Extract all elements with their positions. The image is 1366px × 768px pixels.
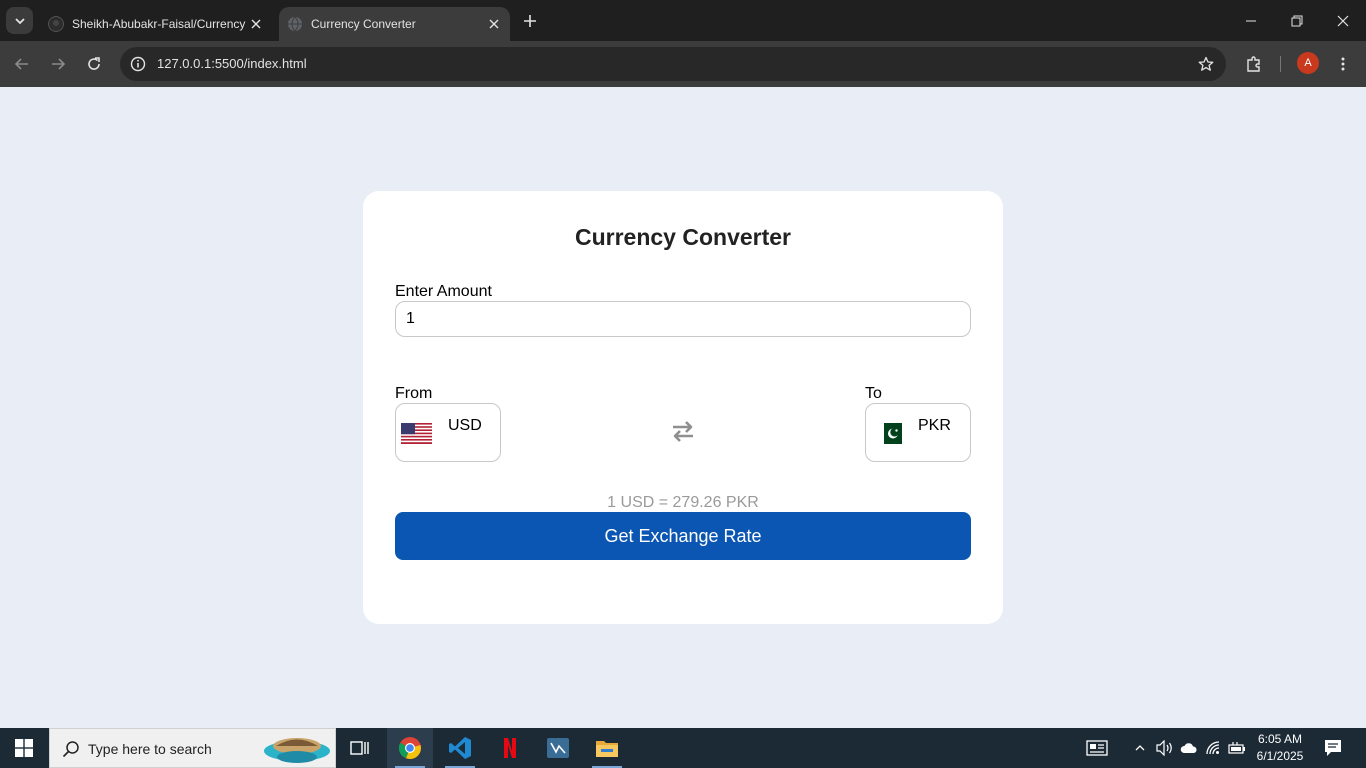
volume-button[interactable] — [1154, 728, 1176, 768]
bookmark-star-icon[interactable] — [1196, 54, 1216, 74]
start-button[interactable] — [0, 728, 48, 768]
plus-icon — [524, 15, 536, 27]
taskbar-netflix[interactable] — [487, 728, 533, 768]
close-icon — [1337, 15, 1349, 26]
amount-label: Enter Amount — [395, 283, 492, 300]
network-button[interactable] — [1202, 728, 1224, 768]
menu-button[interactable] — [1329, 50, 1357, 78]
from-currency-code: USD — [448, 417, 482, 434]
arrow-right-icon — [52, 58, 66, 70]
browser-toolbar: 127.0.0.1:5500/index.html A — [0, 41, 1366, 87]
taskbar: Type here to search 6:05 AM 6/1/2025 — [0, 728, 1366, 768]
exchange-rate-text: 1 USD = 279.26 PKR — [607, 494, 759, 511]
clock-date: 6/1/2025 — [1256, 749, 1304, 763]
arrow-left-icon — [14, 58, 28, 70]
reload-icon — [88, 57, 100, 70]
battery-button[interactable] — [1226, 728, 1248, 768]
clock-time: 6:05 AM — [1257, 732, 1303, 746]
close-window-button[interactable] — [1320, 0, 1366, 41]
restore-button[interactable] — [1274, 0, 1320, 41]
notifications-button[interactable] — [1318, 728, 1348, 768]
restore-icon — [1291, 15, 1303, 26]
task-view-icon — [350, 741, 369, 755]
database-workbench-icon — [547, 738, 569, 758]
news-widget-button[interactable] — [1082, 728, 1112, 768]
browser-titlebar: Sheikh-Abubakr-Faisal/Currency Currency … — [0, 0, 1366, 41]
address-bar[interactable]: 127.0.0.1:5500/index.html — [120, 47, 1226, 81]
site-info-icon[interactable] — [128, 54, 148, 74]
url-text[interactable]: 127.0.0.1:5500/index.html — [157, 56, 307, 71]
us-flag-icon — [401, 423, 432, 444]
swap-currencies-button[interactable] — [669, 417, 697, 445]
taskbar-sql-workbench[interactable] — [535, 728, 581, 768]
taskbar-file-explorer[interactable] — [584, 728, 630, 768]
tab-title: Sheikh-Abubakr-Faisal/Currency — [72, 17, 246, 31]
converter-card: Currency Converter Enter Amount From USD… — [363, 191, 1003, 624]
puzzle-icon — [1247, 56, 1260, 72]
search-icon — [62, 741, 79, 758]
tab-title: Currency Converter — [311, 17, 416, 31]
wifi-icon — [1206, 741, 1220, 755]
tab-github[interactable]: Sheikh-Abubakr-Faisal/Currency — [40, 7, 272, 41]
search-highlight-image — [264, 738, 330, 763]
forward-button[interactable] — [44, 50, 72, 78]
battery-plug-icon — [1228, 742, 1245, 754]
new-tab-button[interactable] — [518, 10, 542, 32]
globe-icon — [288, 16, 302, 32]
vscode-icon — [449, 737, 471, 759]
close-tab-icon[interactable] — [484, 14, 504, 34]
from-currency-select[interactable]: USD — [395, 403, 501, 462]
to-currency-code: PKR — [918, 417, 951, 434]
to-currency-select[interactable]: PKR — [865, 403, 971, 462]
tab-search-button[interactable] — [6, 7, 33, 34]
from-label: From — [395, 385, 433, 402]
chevron-down-icon — [14, 17, 25, 24]
taskbar-chrome[interactable] — [387, 728, 433, 768]
more-vertical-icon — [1341, 57, 1345, 71]
cloud-icon — [1180, 743, 1197, 753]
tab-currency-converter[interactable]: Currency Converter — [279, 7, 510, 41]
notification-icon — [1325, 740, 1341, 756]
amount-input[interactable] — [395, 301, 971, 337]
folder-icon — [596, 741, 618, 757]
get-exchange-rate-button[interactable]: Get Exchange Rate — [395, 512, 971, 560]
speaker-icon — [1156, 740, 1172, 756]
chrome-icon — [398, 737, 421, 760]
onedrive-button[interactable] — [1178, 728, 1200, 768]
to-label: To — [865, 385, 882, 402]
toolbar-divider — [1280, 56, 1281, 72]
page-title: Currency Converter — [574, 224, 792, 250]
search-placeholder: Type here to search — [88, 741, 212, 757]
taskbar-search-box[interactable]: Type here to search — [49, 728, 336, 768]
task-view-button[interactable] — [340, 728, 380, 768]
github-icon — [48, 16, 64, 32]
news-icon — [1086, 740, 1108, 756]
back-button[interactable] — [8, 50, 36, 78]
reload-button[interactable] — [80, 50, 108, 78]
profile-avatar[interactable]: A — [1297, 52, 1319, 74]
system-clock[interactable]: 6:05 AM 6/1/2025 — [1250, 731, 1310, 765]
swap-arrows-icon — [673, 421, 693, 442]
show-hidden-icons-button[interactable] — [1130, 728, 1150, 768]
minimize-icon — [1246, 20, 1256, 21]
windows-logo-icon — [15, 739, 33, 757]
minimize-button[interactable] — [1228, 0, 1274, 41]
extensions-button[interactable] — [1240, 50, 1268, 78]
taskbar-vscode[interactable] — [437, 728, 483, 768]
pakistan-flag-icon — [879, 423, 902, 444]
netflix-icon — [504, 738, 516, 758]
close-tab-icon[interactable] — [246, 14, 266, 34]
chevron-up-icon — [1135, 745, 1145, 751]
